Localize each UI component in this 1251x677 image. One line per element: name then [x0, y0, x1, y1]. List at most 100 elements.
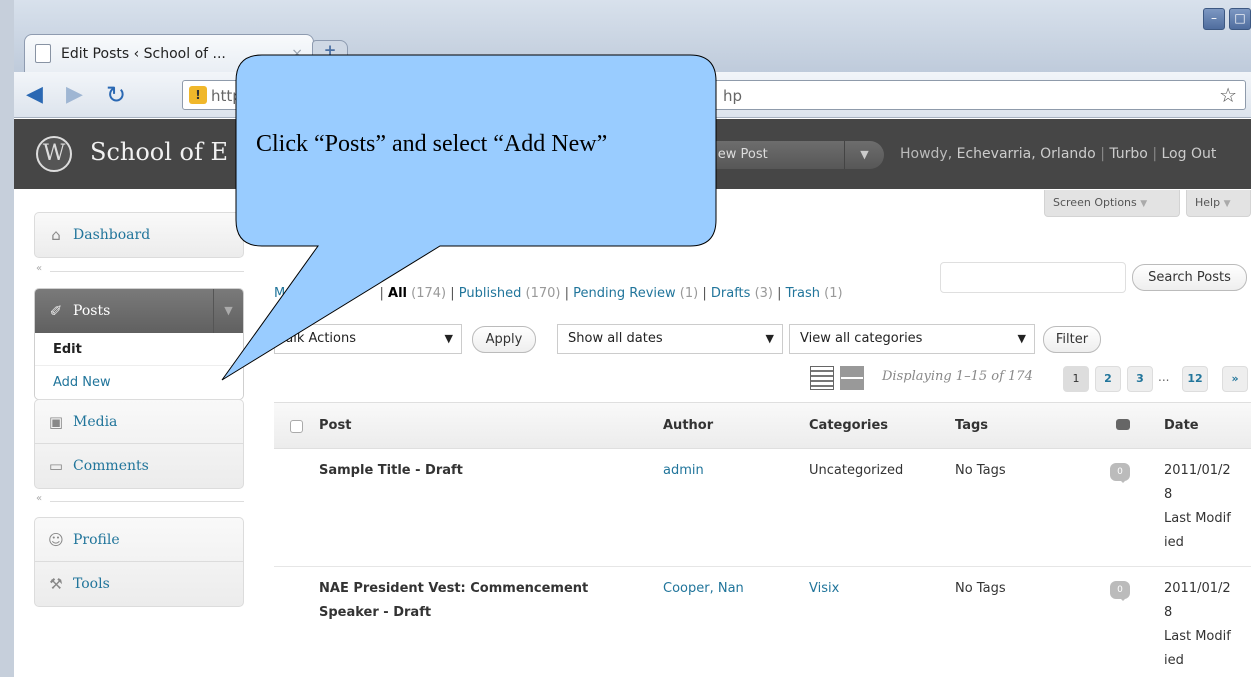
comment-count-icon[interactable]: 0 [1110, 581, 1130, 601]
users-icon: ☺ [48, 530, 64, 549]
table-header: Post Author Categories Tags Date [274, 403, 1251, 449]
maximize-button[interactable]: □ [1229, 8, 1251, 30]
displaying-count: Displaying 1–15 of 174 [882, 369, 1033, 384]
minimize-button[interactable]: – [1203, 8, 1225, 30]
date-cell: 2011/01/28 Last Modified [1164, 459, 1234, 555]
post-title-link[interactable]: NAE President Vest: Commencement Speaker… [319, 577, 639, 625]
category-value: Uncategorized [809, 463, 904, 478]
dropdown-arrow-icon: ▼ [1017, 332, 1026, 345]
page-last[interactable]: 12 [1182, 366, 1208, 392]
separator: | [450, 286, 455, 301]
column-author: Author [663, 418, 714, 433]
sidebar-item-profile[interactable]: ☺ Profile [35, 518, 243, 562]
page-favicon-icon [35, 44, 51, 63]
category-link[interactable]: Visix [809, 577, 839, 601]
categories-select[interactable]: View all categories ▼ [789, 324, 1035, 354]
warning-lock-icon[interactable]: ! [189, 86, 207, 104]
star-icon[interactable]: ☆ [1219, 83, 1237, 107]
filter-mine[interactable]: M [274, 286, 285, 301]
sidebar-item-media[interactable]: ▣ Media [35, 400, 243, 444]
page-3[interactable]: 3 [1127, 366, 1153, 392]
separator: | [777, 286, 782, 301]
filter-trash-count: (1) [824, 286, 843, 301]
filter-published[interactable]: Published [459, 286, 522, 301]
author-link[interactable]: Cooper, Nan [663, 577, 744, 601]
dropdown-arrow-icon: ▼ [765, 332, 774, 345]
view-mode-switch [810, 366, 864, 390]
tools-icon: ⚒ [49, 575, 63, 593]
date-value: 2011/01/28 [1164, 463, 1231, 502]
new-post-button[interactable]: New Post ▼ [694, 141, 884, 169]
screen-options-label: Screen Options [1053, 196, 1137, 209]
user-name-link[interactable]: Echevarria, Orlando [957, 146, 1096, 162]
post-title-link[interactable]: Sample Title - Draft [319, 459, 639, 483]
categories-value: View all categories [800, 331, 923, 346]
sidebar-item-posts[interactable]: ✐ Posts ▼ [35, 289, 243, 333]
tab-close-icon[interactable]: × [291, 46, 303, 62]
excerpt-view-icon[interactable] [840, 366, 864, 390]
reload-icon[interactable]: ↻ [106, 83, 126, 107]
chevron-down-icon[interactable]: ▼ [213, 289, 243, 333]
page-1: 1 [1063, 366, 1089, 392]
bulk-actions-select[interactable]: ulk Actions ▼ [274, 324, 462, 354]
new-tab-button[interactable]: + [312, 40, 348, 62]
collapse-menu-icon[interactable]: « [36, 493, 42, 504]
url-text-end: hp [723, 87, 743, 105]
sidebar-posts-group: ✐ Posts ▼ Edit Add New [34, 288, 244, 400]
screen-options-button[interactable]: Screen Options ▼ [1044, 190, 1180, 217]
search-input[interactable] [940, 262, 1126, 293]
date-value: 2011/01/28 [1164, 581, 1231, 620]
comment-count-icon[interactable]: 0 [1110, 463, 1130, 483]
sidebar-item-label: Media [73, 413, 118, 430]
address-bar[interactable]: ! http hp ☆ [182, 80, 1246, 110]
column-post[interactable]: Post [319, 418, 351, 433]
column-date[interactable]: Date [1164, 418, 1199, 433]
url-text-start: http [211, 87, 242, 105]
filter-button[interactable]: Filter [1043, 326, 1101, 353]
apply-button[interactable]: Apply [472, 326, 536, 353]
search-posts-button[interactable]: Search Posts [1132, 264, 1247, 291]
filter-all[interactable]: All [388, 286, 407, 301]
new-post-label: New Post [708, 147, 768, 162]
help-button[interactable]: Help ▼ [1186, 190, 1251, 217]
sidebar-item-label: Dashboard [73, 227, 151, 243]
filter-published-count: (170) [525, 286, 561, 301]
page-2[interactable]: 2 [1095, 366, 1121, 392]
select-all-checkbox[interactable] [290, 420, 303, 433]
sidebar-item-label: Posts [73, 303, 111, 319]
list-view-icon[interactable] [810, 366, 834, 390]
submenu-add-new[interactable]: Add New [35, 366, 243, 399]
back-arrow-icon[interactable]: ◀ [26, 84, 43, 106]
sidebar-item-comments[interactable]: ▭ Comments [35, 444, 243, 488]
filter-drafts[interactable]: Drafts [711, 286, 751, 301]
separator: | [1100, 146, 1105, 162]
browser-tab[interactable]: Edit Posts ‹ School of ... × [24, 34, 314, 72]
turbo-link[interactable]: Turbo [1109, 146, 1148, 162]
posts-table: Post Author Categories Tags Date Sample … [274, 402, 1251, 677]
column-categories: Categories [809, 418, 889, 433]
page-next[interactable]: » [1222, 366, 1248, 392]
submenu-edit[interactable]: Edit [35, 333, 243, 366]
separator: | [564, 286, 570, 301]
sidebar-item-dashboard[interactable]: ⌂ Dashboard [35, 213, 243, 257]
user-info: Howdy, Echevarria, Orlando | Turbo | Log… [900, 146, 1216, 162]
dates-select[interactable]: Show all dates ▼ [557, 324, 783, 354]
pagination-dots: ... [1158, 370, 1170, 384]
collapse-menu-icon[interactable]: « [36, 263, 42, 274]
media-icon: ▣ [48, 412, 64, 431]
site-title[interactable]: School of E [90, 138, 228, 166]
sidebar-content-group: ▣ Media ▭ Comments [34, 399, 244, 489]
table-row: NAE President Vest: Commencement Speaker… [274, 567, 1251, 677]
browser-toolbar: ◀ ▶ ↻ ! http hp ☆ [14, 72, 1251, 118]
chevron-down-icon[interactable]: ▼ [844, 141, 884, 169]
logout-link[interactable]: Log Out [1162, 146, 1217, 162]
sidebar-item-tools[interactable]: ⚒ Tools [35, 562, 243, 606]
comments-column-icon[interactable] [1116, 419, 1130, 430]
date-status: Last Modified [1164, 511, 1231, 550]
filter-pending[interactable]: Pending Review [573, 286, 675, 301]
filter-trash[interactable]: Trash [786, 286, 820, 301]
sidebar-item-label: Profile [73, 531, 120, 548]
bulk-actions-value: ulk Actions [285, 331, 356, 346]
forward-arrow-icon[interactable]: ▶ [66, 84, 83, 106]
author-link[interactable]: admin [663, 459, 704, 483]
